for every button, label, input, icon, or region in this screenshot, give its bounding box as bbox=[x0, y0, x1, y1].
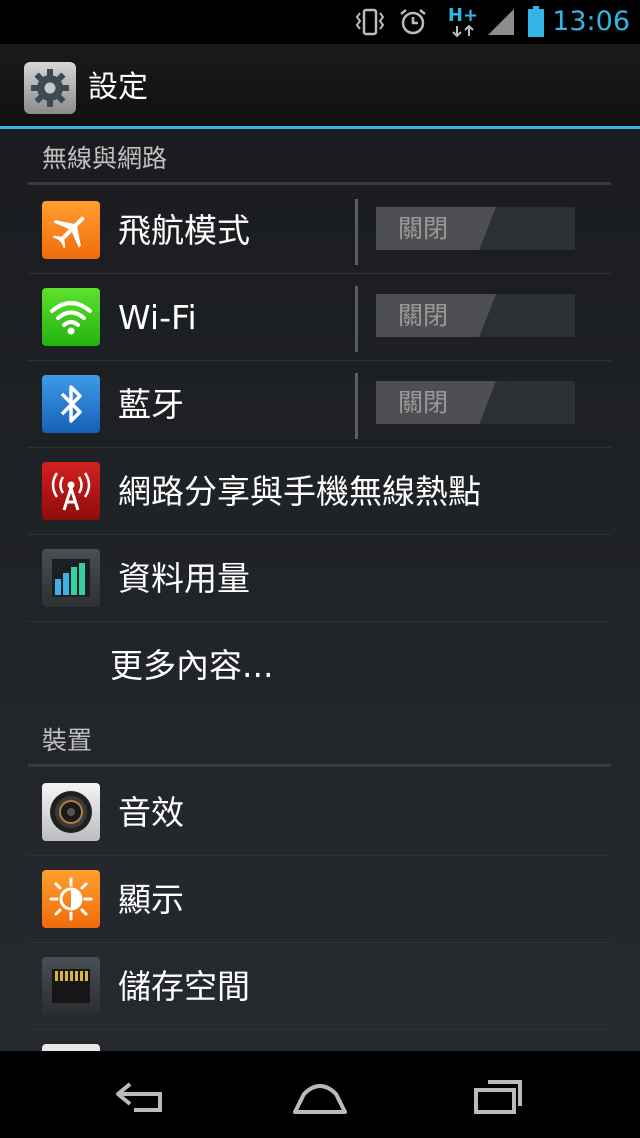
setting-label: 儲存空間 bbox=[118, 967, 250, 1006]
setting-next-partial[interactable] bbox=[28, 1030, 611, 1051]
section-header-device: 裝置 bbox=[28, 711, 611, 767]
setting-wifi[interactable]: Wi-Fi 關閉 bbox=[28, 274, 611, 361]
setting-label: 飛航模式 bbox=[118, 211, 250, 250]
toggle-state-label: 關閉 bbox=[398, 301, 449, 330]
row-divider bbox=[355, 199, 358, 265]
page-title: 設定 bbox=[88, 70, 148, 105]
bluetooth-toggle[interactable]: 關閉 bbox=[376, 381, 575, 424]
setting-label: 資料用量 bbox=[118, 559, 250, 598]
setting-airplane-mode[interactable]: 飛航模式 關閉 bbox=[28, 187, 611, 274]
recent-apps-icon[interactable] bbox=[458, 1071, 538, 1121]
airplane-icon bbox=[42, 201, 100, 259]
setting-label: 網路分享與手機無線熱點 bbox=[118, 472, 481, 511]
setting-data-usage[interactable]: 資料用量 bbox=[28, 535, 611, 622]
bluetooth-icon bbox=[42, 375, 100, 433]
sound-icon bbox=[42, 783, 100, 841]
status-bar: H+ 13:06 bbox=[0, 0, 640, 44]
toggle-state-label: 關閉 bbox=[398, 388, 449, 417]
storage-icon bbox=[42, 957, 100, 1015]
tethering-icon bbox=[42, 462, 100, 520]
navigation-bar bbox=[0, 1051, 640, 1138]
section-header-wireless: 無線與網路 bbox=[28, 129, 611, 185]
network-type-label: H+ bbox=[447, 5, 479, 26]
home-icon[interactable] bbox=[280, 1071, 360, 1121]
display-icon bbox=[42, 870, 100, 928]
setting-more[interactable]: 更多內容... bbox=[28, 622, 611, 709]
toggle-state-label: 關閉 bbox=[398, 214, 449, 243]
settings-gear-icon[interactable] bbox=[24, 62, 76, 114]
setting-bluetooth[interactable]: 藍牙 關閉 bbox=[28, 361, 611, 448]
data-usage-icon bbox=[42, 549, 100, 607]
setting-label: 顯示 bbox=[118, 880, 184, 919]
battery-icon bbox=[524, 0, 548, 44]
signal-icon bbox=[484, 0, 518, 44]
setting-label: Wi-Fi bbox=[118, 298, 197, 337]
wifi-icon bbox=[42, 288, 100, 346]
row-divider bbox=[355, 373, 358, 439]
status-time: 13:06 bbox=[552, 6, 630, 37]
setting-label: 藍牙 bbox=[118, 385, 184, 424]
setting-sound[interactable]: 音效 bbox=[28, 769, 611, 856]
setting-display[interactable]: 顯示 bbox=[28, 856, 611, 943]
back-icon[interactable] bbox=[100, 1071, 180, 1121]
setting-tethering-hotspot[interactable]: 網路分享與手機無線熱點 bbox=[28, 448, 611, 535]
row-divider bbox=[355, 286, 358, 352]
section-header-label: 裝置 bbox=[42, 726, 93, 755]
alarm-icon bbox=[396, 0, 430, 44]
setting-label: 更多內容... bbox=[110, 646, 274, 685]
section-header-label: 無線與網路 bbox=[42, 144, 168, 173]
setting-storage[interactable]: 儲存空間 bbox=[28, 943, 611, 1030]
setting-label: 音效 bbox=[118, 793, 184, 832]
settings-list[interactable]: 無線與網路 飛航模式 關閉 Wi-Fi 關閉 藍牙 關閉 網路分享與手機無線熱點… bbox=[0, 129, 640, 1051]
network-type-icon: H+ bbox=[446, 0, 480, 44]
apps-icon bbox=[42, 1044, 100, 1051]
action-bar: 設定 bbox=[0, 44, 640, 129]
vibrate-icon bbox=[352, 0, 388, 44]
airplane-mode-toggle[interactable]: 關閉 bbox=[376, 207, 575, 250]
wifi-toggle[interactable]: 關閉 bbox=[376, 294, 575, 337]
